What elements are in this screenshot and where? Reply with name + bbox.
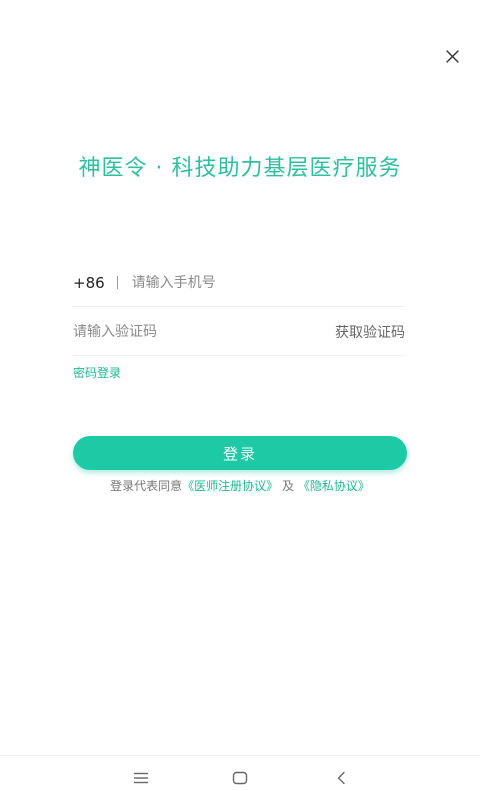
phone-input[interactable] — [131, 274, 405, 291]
home-square-icon — [232, 771, 248, 785]
password-login-link[interactable]: 密码登录 — [73, 364, 121, 381]
back-chevron-icon — [337, 771, 345, 785]
agreement-text: 登录代表同意《医师注册协议》 及 《隐私协议》 — [0, 477, 480, 494]
divider — [116, 276, 118, 289]
privacy-agreement-link[interactable]: 《隐私协议》 — [298, 479, 370, 493]
login-button[interactable]: 登录 — [73, 436, 407, 470]
get-code-button[interactable]: 获取验证码 — [335, 322, 405, 342]
system-nav-bar — [0, 755, 480, 800]
close-icon — [445, 49, 459, 63]
agreement-conjunction: 及 — [282, 479, 295, 493]
agreement-prefix: 登录代表同意 — [110, 479, 183, 493]
menu-button[interactable] — [129, 766, 153, 790]
home-button[interactable] — [228, 766, 252, 790]
country-code[interactable]: +86 — [73, 274, 105, 292]
code-field-row: 获取验证码 — [73, 308, 405, 356]
menu-icon — [134, 772, 148, 784]
verification-code-input[interactable] — [73, 323, 335, 340]
phone-field-row: +86 — [73, 259, 405, 307]
back-button[interactable] — [329, 766, 353, 790]
close-button[interactable] — [440, 44, 464, 68]
login-screen: 神医令 · 科技助力基层医疗服务 +86 获取验证码 密码登录 登录 登录代表同… — [0, 0, 480, 800]
slogan-title: 神医令 · 科技助力基层医疗服务 — [78, 156, 402, 181]
doctor-agreement-link[interactable]: 《医师注册协议》 — [182, 479, 278, 493]
